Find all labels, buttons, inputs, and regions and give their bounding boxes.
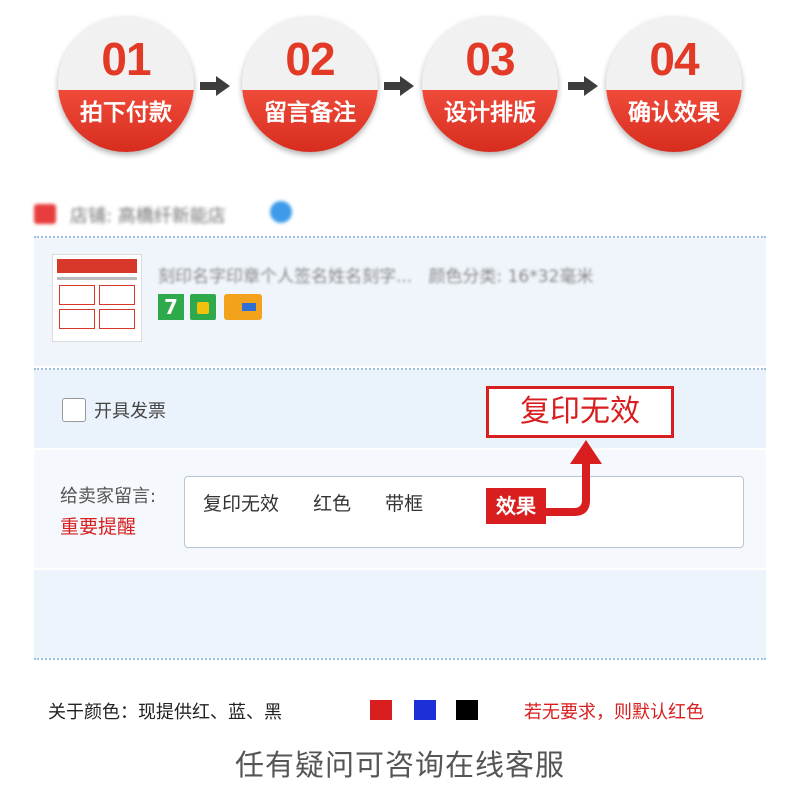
bag-icon (190, 294, 216, 320)
shop-name[interactable]: 店铺: 高橋纤新能店 (70, 202, 226, 228)
result-callout: 复印无效 (486, 386, 674, 438)
important-note: 重要提醒 (60, 516, 137, 538)
step-2-circle: 02 留言备注 (242, 16, 378, 152)
divider (34, 658, 766, 660)
message-item: 带框 (385, 493, 424, 515)
thumbnail-caption (57, 277, 137, 280)
verified-badge-icon (270, 201, 292, 223)
seal-sample (59, 285, 95, 305)
blue-swatch (414, 700, 436, 720)
empty-panel (34, 570, 766, 658)
product-sku: 颜色分类: 16*32毫米 (428, 267, 594, 287)
step-3-label: 设计排版 (444, 100, 536, 126)
invoice-label: 开具发票 (94, 401, 166, 422)
step-4-number: 04 (649, 33, 699, 85)
seal-sample (59, 309, 95, 329)
effect-tag: 效果 (486, 488, 546, 524)
seal-sample (99, 285, 135, 305)
bent-arrow-icon (540, 440, 602, 516)
black-swatch (456, 700, 478, 720)
default-color-note: 若无要求，则默认红色 (524, 702, 704, 723)
message-block: 给卖家留言: 重要提醒 复印无效 红色 带框 (34, 450, 766, 568)
step-1-circle: 01 拍下付款 (58, 16, 194, 152)
red-swatch (370, 700, 392, 720)
seven-day-return-icon: 7 (158, 294, 184, 320)
product-block: 刻印名字印章个人签名姓名刻字... 颜色分类: 16*32毫米 7 (34, 238, 766, 366)
product-title[interactable]: 刻印名字印章个人签名姓名刻字... 颜色分类: 16*32毫米 (158, 262, 593, 287)
step-2-label: 留言备注 (264, 100, 356, 126)
colors-label: 关于颜色：现提供红、蓝、黑 (48, 702, 282, 723)
colors-row: 关于颜色：现提供红、蓝、黑 若无要求，则默认红色 (48, 698, 758, 723)
step-1-label: 拍下付款 (80, 100, 172, 126)
step-3-number: 03 (465, 33, 515, 85)
shop-logo-icon (34, 204, 56, 224)
consult-text: 任有疑问可咨询在线客服 (234, 748, 565, 782)
message-item: 复印无效 (203, 493, 280, 515)
invoice-checkbox[interactable] (62, 398, 86, 422)
message-item: 红色 (313, 493, 352, 515)
arrow-right-icon (200, 76, 230, 96)
step-3-circle: 03 设计排版 (422, 16, 558, 152)
step-4-label: 确认效果 (628, 100, 720, 126)
card-icon (224, 294, 262, 320)
product-name: 刻印名字印章个人签名姓名刻字... (158, 267, 413, 287)
product-thumbnail[interactable] (52, 254, 142, 342)
step-2-number: 02 (285, 33, 335, 85)
seller-message-input[interactable]: 复印无效 红色 带框 (184, 476, 744, 548)
arrow-right-icon (384, 76, 414, 96)
step-1-number: 01 (101, 33, 151, 85)
message-label: 给卖家留言: (60, 486, 157, 507)
shop-row: 店铺: 高橋纤新能店 (32, 198, 768, 234)
arrow-right-icon (568, 76, 598, 96)
seal-sample (99, 309, 135, 329)
step-4-circle: 04 确认效果 (606, 16, 742, 152)
thumbnail-banner (57, 259, 137, 273)
